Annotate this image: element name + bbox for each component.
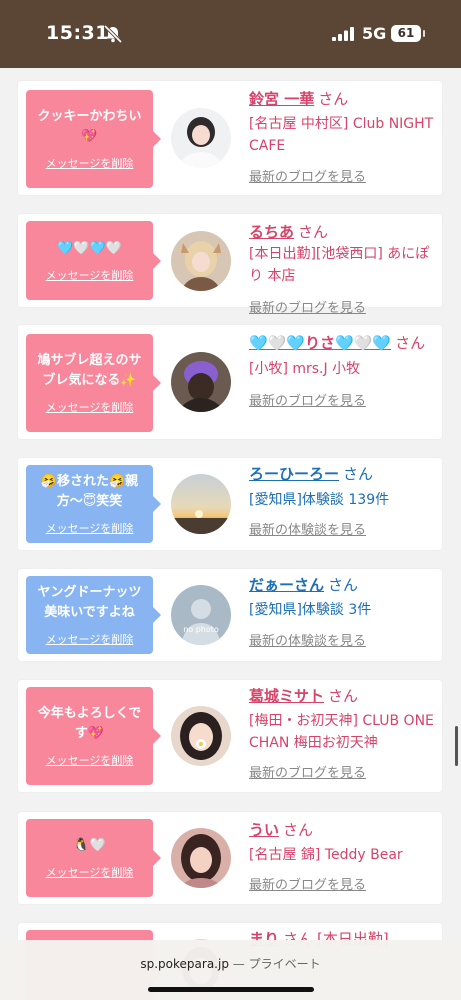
- shop-info: [名古屋 錦] Teddy Bear: [249, 847, 403, 863]
- honorific: さん: [328, 576, 359, 594]
- honorific: さん: [328, 687, 359, 705]
- status-bar: 15:31 5G 61: [0, 0, 461, 68]
- honorific: さん: [395, 334, 426, 352]
- message-bubble: クッキーかわちい💖 メッセージを削除: [26, 90, 161, 188]
- delete-message-link[interactable]: メッセージを削除: [46, 155, 134, 171]
- message-text: 鳩サブレ超えのサブレ気になる✨: [37, 353, 142, 388]
- profile-name-link[interactable]: 鈴宮 一華: [249, 90, 314, 108]
- experience-count: [愛知県]体験談 139件: [249, 492, 390, 508]
- profile-name-link[interactable]: ろーひーろー: [249, 465, 339, 483]
- message-text: 🤧移された🤧親方〜😇笑笑: [40, 474, 139, 509]
- browser-address-bar[interactable]: sp.pokepara.jp — プライベート: [0, 940, 461, 1000]
- status-time: 15:31: [46, 22, 109, 44]
- profile-info: 葛城ミサト さん [梅田・お初天神] CLUB ONE CHAN 梅田お初天神 最…: [249, 685, 437, 781]
- message-bubble: ヤングドーナッツ美味いですよね メッセージを削除: [26, 576, 161, 654]
- latest-blog-link[interactable]: 最新のブログを見る: [249, 166, 437, 185]
- delete-message-link[interactable]: メッセージを削除: [46, 399, 134, 415]
- profile-name-link[interactable]: うい: [249, 821, 279, 839]
- profile-info: 🩵🤍🩵りさ🩵🤍🩵 さん [小牧] mrs.J 小牧 最新のブログを見る: [249, 332, 437, 409]
- delete-message-link[interactable]: メッセージを削除: [46, 864, 134, 880]
- signal-icon: [332, 27, 354, 41]
- message-text: 🩵🤍🩵🤍: [57, 240, 122, 256]
- shop-info: [小牧] mrs.J 小牧: [249, 361, 361, 377]
- profile-info: ろーひーろー さん [愛知県]体験談 139件 最新の体験談を見る: [249, 463, 437, 538]
- message-bubble: 今年もよろしくです💖 メッセージを削除: [26, 687, 161, 785]
- experience-count: [愛知県]体験談 3件: [249, 602, 372, 618]
- private-mode-label: — プライベート: [232, 957, 321, 971]
- scrollbar[interactable]: [455, 726, 458, 766]
- message-text: ヤングドーナッツ美味いですよね: [37, 585, 142, 620]
- battery-icon: 61: [391, 25, 425, 42]
- latest-blog-link[interactable]: 最新のブログを見る: [249, 762, 437, 781]
- profile-info: うい さん [名古屋 錦] Teddy Bear 最新のブログを見る: [249, 819, 437, 893]
- profile-name-link[interactable]: るちあ: [249, 223, 294, 241]
- avatar[interactable]: no photo: [171, 585, 231, 645]
- no-photo-label: no photo: [183, 625, 219, 634]
- avatar[interactable]: [171, 108, 231, 168]
- avatar[interactable]: [171, 706, 231, 766]
- avatar[interactable]: [171, 231, 231, 291]
- message-bubble: 🩵🤍🩵🤍 メッセージを削除: [26, 221, 161, 300]
- delete-message-link[interactable]: メッセージを削除: [46, 752, 134, 768]
- profile-info: だぁーさん さん [愛知県]体験談 3件 最新の体験談を見る: [249, 574, 437, 649]
- profile-name-link[interactable]: 🩵🤍🩵りさ🩵🤍🩵: [249, 334, 391, 352]
- profile-name-link[interactable]: だぁーさん: [249, 576, 324, 594]
- url-display[interactable]: sp.pokepara.jp — プライベート: [0, 955, 461, 972]
- list-item: ヤングドーナッツ美味いですよね メッセージを削除 no photo だぁーさんさ…: [18, 569, 442, 661]
- message-text: 今年もよろしくです💖: [37, 706, 142, 741]
- message-bubble: 鳩サブレ超えのサブレ気になる✨ メッセージを削除: [26, 334, 161, 432]
- delete-message-link[interactable]: メッセージを削除: [46, 267, 134, 283]
- profile-info: 鈴宮 一華 さん [名古屋 中村区] Club NIGHT CAFE 最新のブログ…: [249, 88, 437, 185]
- message-bubble: 🤧移された🤧親方〜😇笑笑 メッセージを削除: [26, 465, 161, 543]
- message-bubble: 🐧🤍 メッセージを削除: [26, 819, 161, 897]
- home-indicator[interactable]: [148, 987, 314, 992]
- delete-message-link[interactable]: メッセージを削除: [46, 631, 134, 647]
- profile-name-link[interactable]: 葛城ミサト: [249, 687, 324, 705]
- shop-info: [名古屋 中村区] Club NIGHT CAFE: [249, 116, 434, 154]
- honorific: さん: [318, 90, 349, 108]
- profile-info: るちあ さん [本日出勤][池袋西口] あにぽり 本店 最新のブログを見る: [249, 221, 437, 316]
- avatar[interactable]: [171, 828, 231, 888]
- latest-blog-link[interactable]: 最新のブログを見る: [249, 390, 437, 409]
- list-item: 🤧移された🤧親方〜😇笑笑 メッセージを削除 ろーひーろー さん [愛知県]体験談 …: [18, 458, 442, 550]
- list-item: 🩵🤍🩵🤍 メッセージを削除 るちあ さん [本日出勤][池袋西口] あにぽり 本店…: [18, 214, 442, 316]
- list-item: 🐧🤍 メッセージを削除 うい さん [名古屋 錦] Teddy Bear 最新のブ…: [18, 812, 442, 904]
- honorific: さん: [298, 223, 329, 241]
- avatar[interactable]: [171, 474, 231, 534]
- message-text: 🐧🤍: [73, 838, 106, 853]
- domain-label: sp.pokepara.jp: [140, 957, 229, 971]
- network-label: 5G: [362, 24, 387, 43]
- list-item: 鳩サブレ超えのサブレ気になる✨ メッセージを削除 🩵🤍🩵りさ🩵🤍🩵 さん [小牧]…: [18, 325, 442, 439]
- latest-blog-link[interactable]: 最新のブログを見る: [249, 297, 437, 316]
- honorific: さん: [343, 465, 374, 483]
- list-item: クッキーかわちい💖 メッセージを削除 鈴宮 一華 さん [名古屋 中村区] Clu…: [18, 81, 442, 195]
- shop-info: [梅田・お初天神] CLUB ONE CHAN 梅田お初天神: [249, 713, 434, 751]
- avatar[interactable]: [171, 352, 231, 412]
- shop-info: [本日出勤][池袋西口] あにぽり 本店: [249, 246, 430, 284]
- latest-blog-link[interactable]: 最新のブログを見る: [249, 874, 437, 893]
- honorific: さん: [283, 821, 314, 839]
- latest-review-link[interactable]: 最新の体験談を見る: [249, 630, 437, 649]
- latest-review-link[interactable]: 最新の体験談を見る: [249, 519, 437, 538]
- bell-slash-icon: [103, 25, 123, 43]
- message-text: クッキーかわちい💖: [37, 109, 142, 144]
- list-item: 今年もよろしくです💖 メッセージを削除 葛城ミサト さん [梅田・お初天神] CL…: [18, 680, 442, 792]
- delete-message-link[interactable]: メッセージを削除: [46, 520, 134, 536]
